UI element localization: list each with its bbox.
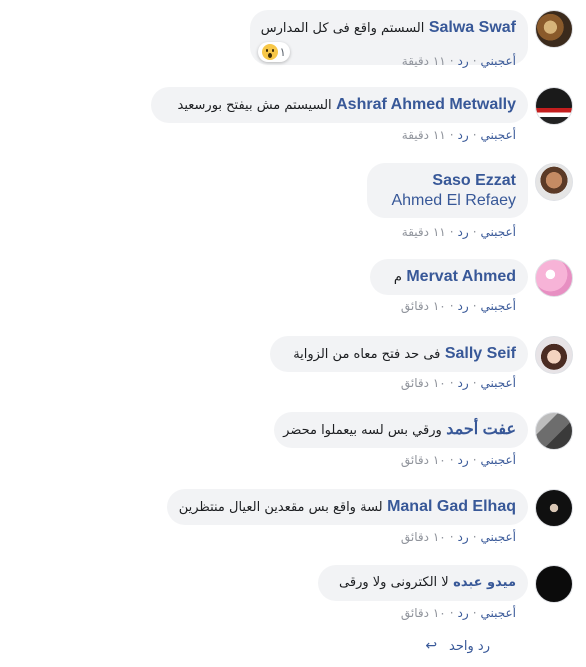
avatar[interactable]	[535, 489, 573, 527]
comment-actions: أعجبني·رد·١١ دقيقة	[401, 225, 516, 239]
comment-time[interactable]: ١٠ دقائق	[401, 530, 446, 544]
reply-link[interactable]: رد	[458, 530, 469, 544]
view-replies-label: رد واحد	[449, 638, 490, 654]
comment-time[interactable]: ١٠ دقائق	[401, 299, 446, 313]
reply-link[interactable]: رد	[458, 299, 469, 313]
like-link[interactable]: أعجبني	[481, 606, 516, 620]
reply-link[interactable]: رد	[458, 128, 469, 142]
like-link[interactable]: أعجبني	[481, 530, 516, 544]
comment-time[interactable]: ١٠ دقائق	[401, 376, 446, 390]
comment-author[interactable]: Salwa Swaf	[429, 19, 516, 36]
avatar[interactable]	[535, 10, 573, 48]
reaction-badge[interactable]: ١	[257, 42, 290, 62]
comment-text: فى حد فتح معاه من الزواية	[293, 347, 441, 362]
avatar[interactable]	[535, 412, 573, 450]
comment-text: م	[393, 270, 402, 285]
comment-time[interactable]: ١٠ دقائق	[401, 606, 446, 620]
like-link[interactable]: أعجبني	[481, 299, 516, 313]
comment-text: لا الكترونى ولا ورقى	[339, 575, 449, 590]
avatar[interactable]	[535, 565, 573, 603]
like-link[interactable]: أعجبني	[481, 225, 516, 239]
avatar[interactable]	[535, 163, 573, 201]
like-link[interactable]: أعجبني	[481, 128, 516, 142]
comment-bubble: Manal Gad Elhaq لسة واقع بس مقعدين العيا…	[167, 489, 528, 525]
comment-time[interactable]: ١٠ دقائق	[401, 453, 446, 467]
comment-actions: أعجبني·رد·١٠ دقائق	[400, 606, 516, 620]
reply-link[interactable]: رد	[458, 54, 469, 68]
reaction-count: ١	[279, 45, 286, 59]
comment-author[interactable]: Mervat Ahmed	[406, 268, 516, 285]
comment-item: Saso Ezzat Ahmed El Refaey أعجبني·رد·١١ …	[0, 163, 586, 239]
comment-bubble: عفت أحمد ورقي بس لسه بيعملوا محضر	[274, 412, 528, 448]
comment-author[interactable]: Saso Ezzat	[432, 172, 516, 189]
avatar[interactable]	[535, 259, 573, 297]
like-link[interactable]: أعجبني	[481, 376, 516, 390]
comment-item: Salwa Swaf السستم واقع فى كل المدارس ١ أ…	[0, 10, 586, 86]
comment-author[interactable]: Ashraf Ahmed Metwally	[336, 96, 516, 113]
comment-time[interactable]: ١١ دقيقة	[402, 225, 446, 239]
comment-text: السستم واقع فى كل المدارس	[260, 21, 425, 36]
comment-author[interactable]: ميدو عبده	[453, 575, 516, 590]
comment-bubble: Saso Ezzat Ahmed El Refaey	[367, 163, 528, 218]
comment-bubble: Sally Seif فى حد فتح معاه من الزواية	[270, 336, 528, 372]
comment-bubble: Mervat Ahmed م	[370, 259, 528, 295]
comment-text: لسة واقع بس مقعدين العيال منتظرين	[178, 500, 383, 515]
comment-item: Mervat Ahmed م أعجبني·رد·١٠ دقائق	[0, 259, 586, 335]
view-replies-link[interactable]: رد واحد ↩	[425, 638, 490, 654]
comment-actions: أعجبني·رد·١٠ دقائق	[400, 376, 516, 390]
tagged-user-link[interactable]: Ahmed El Refaey	[379, 191, 516, 210]
comment-item: Manal Gad Elhaq لسة واقع بس مقعدين العيا…	[0, 489, 586, 565]
comment-item: ميدو عبده لا الكترونى ولا ورقى أعجبني·رد…	[0, 565, 586, 641]
reply-link[interactable]: رد	[458, 225, 469, 239]
comment-text: السيستم مش بيفتح بورسعيد	[177, 98, 332, 113]
comment-author[interactable]: عفت أحمد	[446, 421, 516, 438]
avatar[interactable]	[535, 87, 573, 125]
like-link[interactable]: أعجبني	[481, 453, 516, 467]
comment-bubble: ميدو عبده لا الكترونى ولا ورقى	[318, 565, 528, 601]
comment-time[interactable]: ١١ دقيقة	[402, 128, 446, 142]
comment-actions: أعجبني·رد·١١ دقيقة	[401, 54, 516, 68]
comment-actions: أعجبني·رد·١١ دقيقة	[401, 128, 516, 142]
like-link[interactable]: أعجبني	[481, 54, 516, 68]
reply-arrow-icon: ↩	[425, 638, 438, 654]
reply-link[interactable]: رد	[458, 453, 469, 467]
comment-item: عفت أحمد ورقي بس لسه بيعملوا محضر أعجبني…	[0, 412, 586, 488]
reply-link[interactable]: رد	[458, 376, 469, 390]
comment-bubble: Ashraf Ahmed Metwally السيستم مش بيفتح ب…	[151, 87, 528, 123]
comment-text: ورقي بس لسه بيعملوا محضر	[283, 423, 442, 438]
comment-actions: أعجبني·رد·١٠ دقائق	[400, 530, 516, 544]
comment-author[interactable]: Sally Seif	[445, 345, 516, 362]
reply-link[interactable]: رد	[458, 606, 469, 620]
comment-author[interactable]: Manal Gad Elhaq	[387, 498, 516, 515]
comment-time[interactable]: ١١ دقيقة	[402, 54, 446, 68]
avatar[interactable]	[535, 336, 573, 374]
comment-actions: أعجبني·رد·١٠ دقائق	[400, 453, 516, 467]
comment-item: Ashraf Ahmed Metwally السيستم مش بيفتح ب…	[0, 87, 586, 163]
wow-reaction-icon	[261, 44, 278, 60]
comment-actions: أعجبني·رد·١٠ دقائق	[400, 299, 516, 313]
comment-item: Sally Seif فى حد فتح معاه من الزواية أعج…	[0, 336, 586, 412]
